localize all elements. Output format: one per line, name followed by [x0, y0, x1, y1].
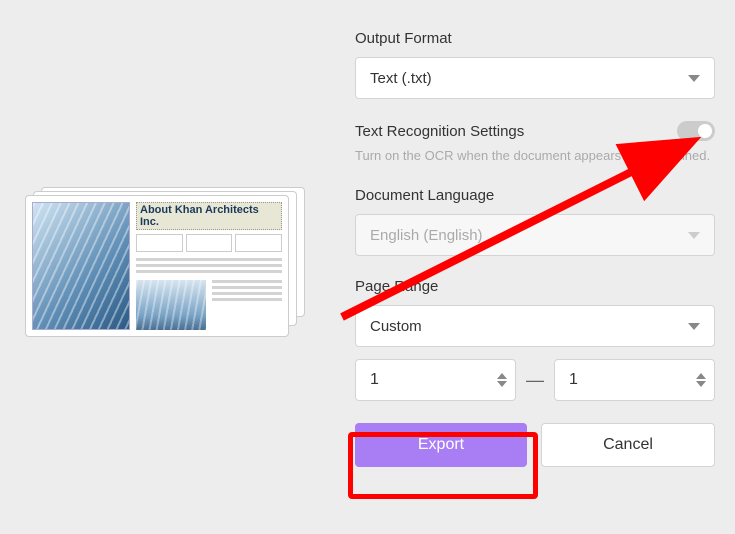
preview-building-image [32, 202, 130, 330]
preview-small-box [136, 234, 183, 252]
page-range-from-input[interactable]: 1 [355, 359, 516, 401]
ocr-hint: Turn on the OCR when the document appear… [355, 147, 715, 165]
preview-doc-title: About Khan Architects Inc. [136, 202, 282, 230]
document-language-value: English (English) [370, 227, 483, 244]
preview-small-box [186, 234, 233, 252]
document-language-label: Document Language [355, 187, 715, 204]
preview-small-box [235, 234, 282, 252]
stepper-down-icon[interactable] [696, 381, 706, 387]
export-button[interactable]: Export [355, 423, 527, 467]
page-range-to-input[interactable]: 1 [554, 359, 715, 401]
preview-secondary-image [136, 280, 206, 330]
cancel-button[interactable]: Cancel [541, 423, 715, 467]
range-separator: — [526, 370, 544, 391]
output-format-select[interactable]: Text (.txt) [355, 57, 715, 99]
document-preview-stack: About Khan Architects Inc. [25, 195, 305, 340]
stepper-up-icon[interactable] [497, 373, 507, 379]
page-range-to-value: 1 [569, 371, 578, 389]
stepper-down-icon[interactable] [497, 381, 507, 387]
page-range-from-value: 1 [370, 371, 379, 389]
output-format-label: Output Format [355, 30, 715, 47]
page-range-mode-select[interactable]: Custom [355, 305, 715, 347]
stepper-up-icon[interactable] [696, 373, 706, 379]
preview-page-front: About Khan Architects Inc. [25, 195, 289, 337]
chevron-down-icon [688, 232, 700, 239]
page-range-label: Page Range [355, 278, 715, 295]
output-format-value: Text (.txt) [370, 70, 432, 87]
chevron-down-icon [688, 323, 700, 330]
ocr-label: Text Recognition Settings [355, 123, 524, 140]
ocr-toggle[interactable] [677, 121, 715, 141]
page-range-mode-value: Custom [370, 318, 422, 335]
chevron-down-icon [688, 75, 700, 82]
document-language-select: English (English) [355, 214, 715, 256]
